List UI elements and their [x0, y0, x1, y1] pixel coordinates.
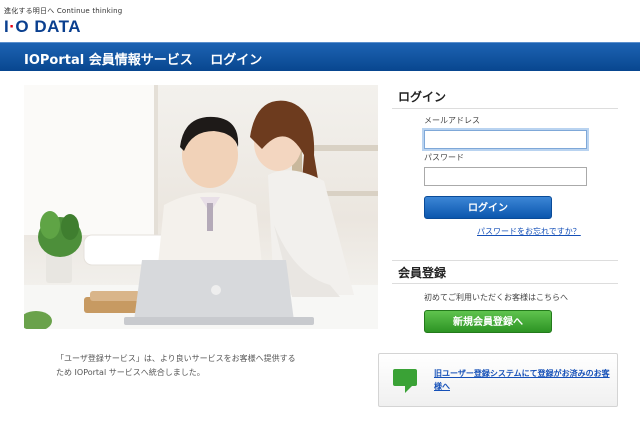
section-divider	[392, 260, 618, 261]
registration-divider	[392, 283, 618, 284]
password-field[interactable]	[424, 167, 587, 186]
legacy-user-box: 旧ユーザー登録システムにて登録がお済みのお客様へ	[378, 353, 618, 407]
login-button[interactable]: ログイン	[424, 196, 552, 219]
registration-description: 初めてご利用いただくお客様はこちらへ	[424, 293, 568, 302]
footer	[0, 437, 640, 441]
legacy-user-link[interactable]: 旧ユーザー登録システムにて登録がお済みのお客様へ	[434, 367, 614, 393]
iodata-logo[interactable]: I·O DATA	[4, 17, 81, 37]
logo-main: O DATA	[15, 17, 82, 36]
integration-notice: 「ユーザ登録サービス」は、より良いサービスをお客様へ提供する ため IOPort…	[56, 354, 296, 377]
hero-photo	[24, 85, 378, 329]
site-header: 進化する明日へ Continue thinking I·O DATA	[0, 0, 640, 42]
brand-tagline: 進化する明日へ Continue thinking	[4, 7, 123, 15]
speech-bubble-icon	[393, 369, 417, 393]
hero-illustration	[24, 85, 378, 329]
password-label: パスワード	[424, 153, 464, 162]
page-title: IOPortal 会員情報サービス ログイン	[24, 53, 263, 68]
forgot-password-link[interactable]: パスワードをお忘れですか？	[477, 226, 581, 237]
login-heading: ログイン	[398, 90, 447, 104]
registration-heading: 会員登録	[398, 266, 447, 280]
login-divider	[392, 108, 618, 109]
email-field[interactable]	[424, 130, 587, 149]
register-button[interactable]: 新規会員登録へ	[424, 310, 552, 333]
email-label: メールアドレス	[424, 116, 480, 125]
page-title-bar: IOPortal 会員情報サービス ログイン	[0, 42, 640, 71]
